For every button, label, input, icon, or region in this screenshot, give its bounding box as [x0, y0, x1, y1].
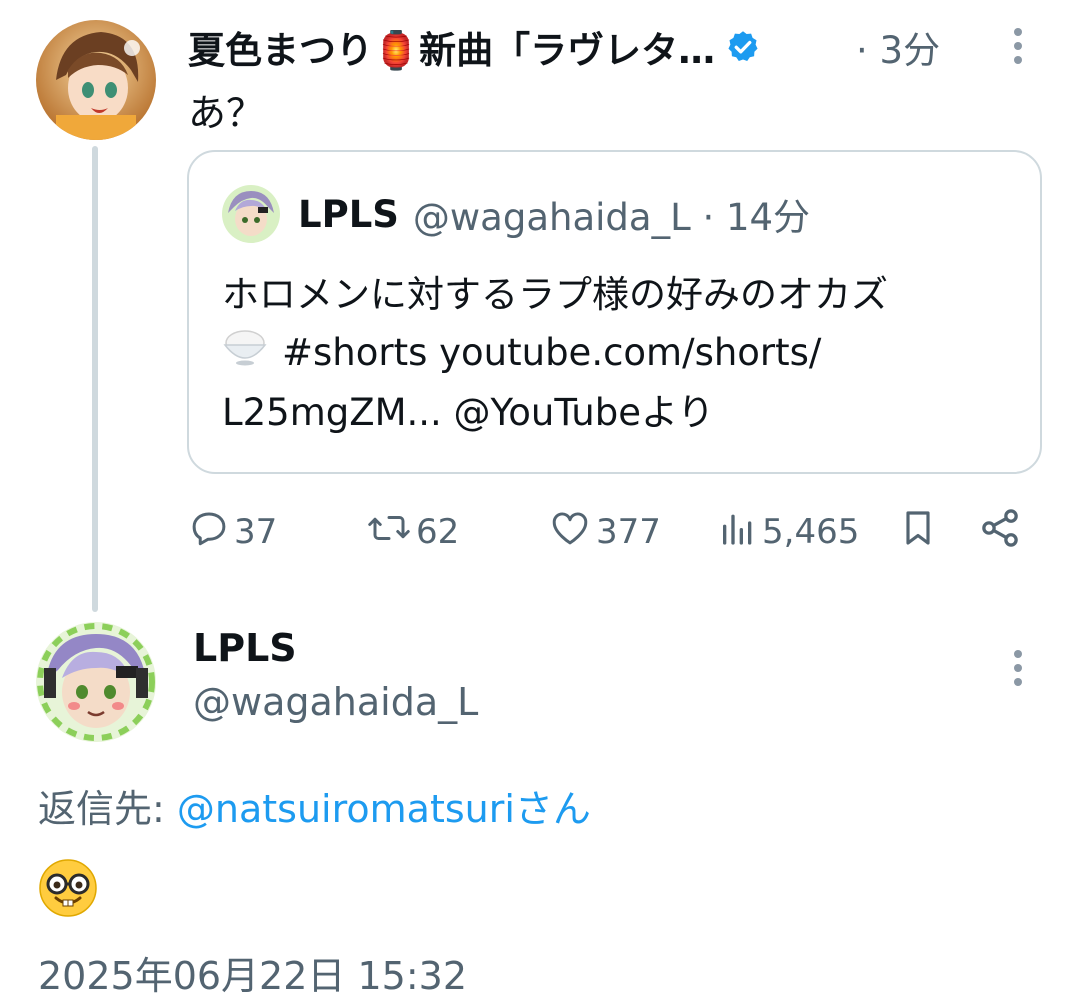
views-action[interactable]: 5,465: [718, 508, 859, 556]
reply-author-handle[interactable]: @wagahaida_L: [193, 680, 478, 724]
reply-action[interactable]: 37: [188, 508, 277, 556]
quoted-text-line: #shorts youtube.com/shorts/: [222, 324, 1012, 384]
replying-to: 返信先: @natsuiromatsuriさん: [38, 778, 591, 833]
quoted-text-line: ホロメンに対するラプ様の好みのオカズ: [222, 273, 888, 316]
replying-to-label: 返信先:: [38, 787, 177, 831]
quoted-tweet-text: ホロメンに対するラプ様の好みのオカズ #shorts youtube.com/s…: [222, 266, 1012, 442]
verified-badge-icon: [725, 29, 761, 65]
share-icon: [978, 506, 1022, 559]
tweet-timestamp[interactable]: 2025年06月22日 15:32: [38, 945, 467, 1000]
reply-icon: [188, 507, 230, 558]
more-options-icon[interactable]: [1006, 646, 1030, 690]
quoted-avatar: [222, 185, 280, 243]
bookmark-button[interactable]: [898, 508, 938, 556]
quoted-text-line: L25mgZM... @YouTubeより: [222, 390, 715, 434]
quoted-author-name: LPLS: [298, 192, 399, 236]
more-options-icon[interactable]: [1006, 24, 1030, 68]
author-name[interactable]: 夏色まつり🏮新曲「ラヴレタ…: [188, 20, 761, 74]
reply-author-name[interactable]: LPLS: [193, 626, 297, 670]
author-name-text[interactable]: 夏色まつり🏮新曲「ラヴレタ…: [188, 20, 715, 74]
share-button[interactable]: [978, 508, 1022, 556]
nerd-face-emoji-icon: [38, 858, 98, 918]
tweet-time[interactable]: · 3分: [856, 20, 940, 74]
reply-avatar[interactable]: [36, 622, 156, 742]
views-count: 5,465: [762, 512, 860, 552]
heart-icon: [548, 507, 592, 558]
bookmark-icon: [898, 506, 938, 559]
rice-bowl-icon: [222, 326, 268, 384]
views-icon: [718, 507, 758, 558]
quoted-author-handle: @wagahaida_L · 14分: [412, 196, 811, 239]
quoted-text-link[interactable]: #shorts youtube.com/shorts/: [282, 331, 821, 374]
thread-connector-line: [92, 146, 98, 612]
retweet-icon: [366, 507, 412, 558]
like-action[interactable]: 377: [548, 508, 661, 556]
reply-count: 37: [234, 512, 278, 552]
retweet-count: 62: [416, 512, 460, 552]
quoted-tweet-header: LPLS @wagahaida_L · 14分: [222, 185, 810, 243]
avatar[interactable]: [36, 20, 156, 140]
like-count: 377: [596, 512, 661, 552]
replying-to-link[interactable]: @natsuiromatsuriさん: [177, 787, 591, 831]
retweet-action[interactable]: 62: [366, 508, 459, 556]
tweet-text: あ？: [188, 91, 265, 135]
